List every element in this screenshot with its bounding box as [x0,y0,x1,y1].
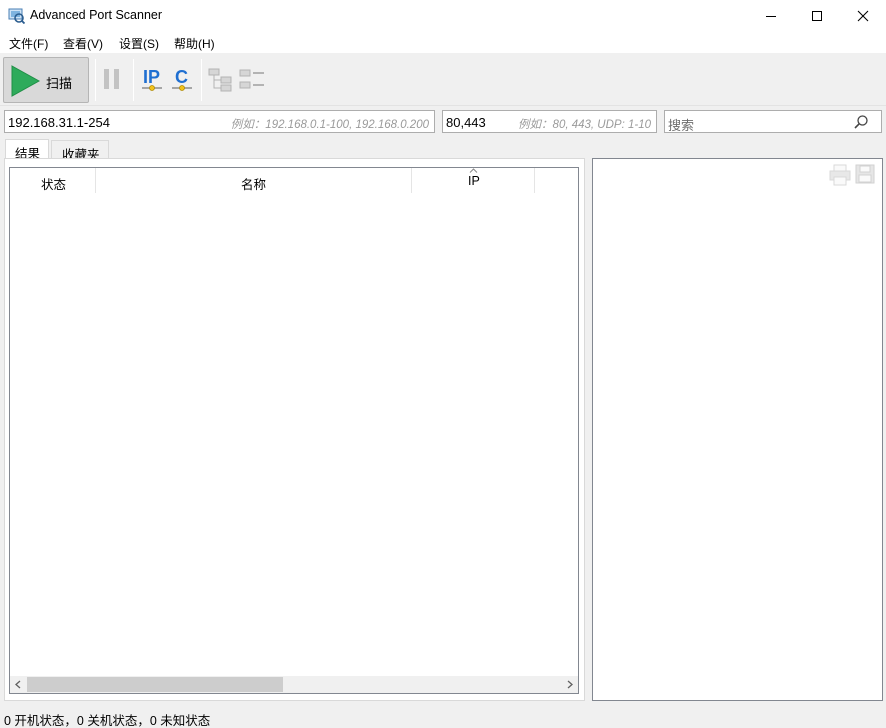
column-name[interactable]: 名称 [96,168,412,193]
search-placeholder: 搜索 [668,118,695,133]
results-list[interactable] [9,167,579,694]
print-icon[interactable] [829,164,851,186]
column-header: 状态 名称 IP [10,168,578,193]
pause-icon [104,69,119,89]
collapse-all-button[interactable] [239,67,265,93]
sort-ascending-icon [469,168,478,173]
expand-all-button[interactable] [208,67,234,93]
menu-file[interactable]: 文件(F) [9,35,48,52]
pause-button[interactable] [103,68,121,90]
maximize-icon [812,10,822,21]
tab-results[interactable]: 结果 [5,139,49,161]
menu-view[interactable]: 查看(V) [63,35,103,52]
play-icon [11,65,40,97]
toolbar-separator [133,59,134,101]
ports-input[interactable]: 80,443 例如：80, 443, UDP: 1-10 [442,110,657,133]
app-icon [8,7,26,25]
scroll-right-icon[interactable] [566,680,574,689]
c-icon: C [172,67,192,91]
c-button[interactable]: C [171,65,193,93]
search-input[interactable]: 搜索 [664,110,882,133]
menu-help[interactable]: 帮助(H) [174,35,215,52]
ip-icon: IP [142,67,162,91]
save-icon[interactable] [855,164,875,184]
column-name-label: 名称 [241,178,267,192]
scan-label: 扫描 [46,76,73,91]
column-status[interactable]: 状态 [10,168,96,193]
details-panel [592,158,883,701]
svg-text:C: C [175,67,188,87]
toolbar-separator [201,59,202,101]
close-icon [857,10,869,21]
maximize-button[interactable] [794,0,840,31]
menu-bar: 文件(F) 查看(V) 设置(S) 帮助(H) [0,31,886,53]
ip-range-hint: 例如：192.168.0.1-100, 192.168.0.200 [230,119,429,131]
ip-range-input[interactable]: 192.168.31.1-254 例如：192.168.0.1-100, 192… [4,110,435,133]
ip-range-value: 192.168.31.1-254 [8,115,110,130]
scroll-left-icon[interactable] [14,680,22,689]
window-title: Advanced Port Scanner [30,8,163,22]
title-bar: Advanced Port Scanner [0,0,886,31]
horizontal-scrollbar[interactable] [10,676,578,693]
collapse-list-icon [239,69,264,89]
scrollbar-thumb[interactable] [27,677,283,692]
minimize-button[interactable] [748,0,794,31]
menu-settings[interactable]: 设置(S) [119,35,159,52]
toolbar-separator [95,59,96,101]
expand-tree-icon [208,68,232,92]
search-icon[interactable] [853,114,869,130]
ports-hint: 例如：80, 443, UDP: 1-10 [518,119,651,131]
ip-button[interactable]: IP [141,65,163,93]
close-button[interactable] [840,0,886,31]
column-ip-label: IP [468,174,480,188]
minimize-icon [766,15,776,17]
ports-value: 80,443 [446,115,486,130]
column-ip[interactable]: IP [412,168,535,193]
scan-button[interactable]: 扫描 [3,57,89,103]
svg-text:IP: IP [143,67,160,87]
toolbar: 扫描 IP C [0,53,886,106]
column-status-label: 状态 [41,178,67,192]
status-bar-text: 0 开机状态，0 关机状态，0 未知状态 [4,714,211,728]
tab-favorites[interactable]: 收藏夹 [51,140,109,162]
